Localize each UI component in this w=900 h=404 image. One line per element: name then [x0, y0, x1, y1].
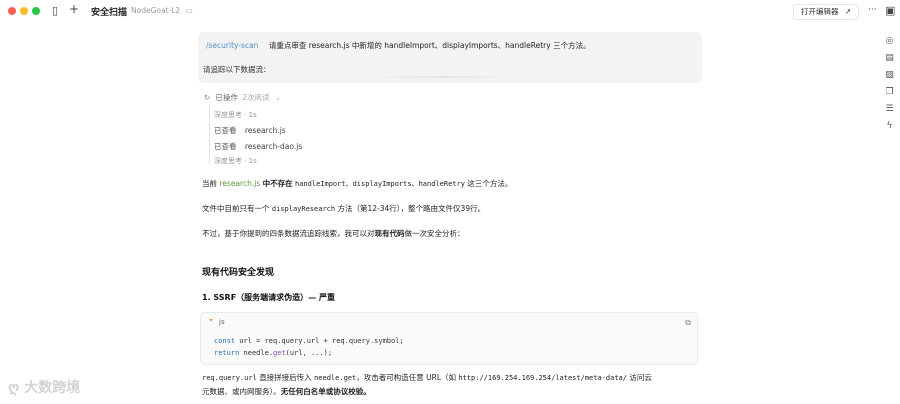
viewed-file-item[interactable]: 已查看 research.js [214, 125, 286, 136]
minimize-window-button[interactable] [20, 7, 28, 15]
project-label: NodeGoat-L2 [131, 6, 181, 15]
chevron-down-icon: ⌄ [274, 94, 281, 102]
response-paragraph-3: 不过，基于你提到的四条数据流追踪线索，我可以对现有代码做一次安全分析： [202, 228, 465, 239]
command-link[interactable]: /security-scan [206, 41, 258, 50]
p5-bold: 无任何白名单或协议校验。 [280, 387, 371, 396]
message-line: /security-scan 请重点审查 research.js 中新增的 ha… [206, 40, 591, 51]
viewed-file-item[interactable]: 已查看 research-dao.js [214, 141, 302, 152]
thought-item[interactable]: 深度思考 · 1s [214, 110, 257, 120]
viewed-file: research.js [244, 126, 286, 135]
p2-prefix: 文件中目前只有一个 [202, 204, 270, 213]
response-paragraph-4: req.query.url 直接拼接后传入 needle.get，攻击者可构造任… [202, 372, 652, 383]
p1-prefix: 当前 [202, 179, 217, 188]
code-line: return needle.get(url, ...); [214, 349, 333, 357]
message-fade [373, 76, 513, 78]
maximize-window-button[interactable] [32, 7, 40, 15]
watermark-icon: ღ [8, 380, 20, 396]
response-paragraph-5: 元数据、或内网服务）。无任何白名单或协议校验。 [202, 386, 371, 397]
project-name: NodeGoat-L2 ▭ [131, 6, 193, 15]
p3-bold: 现有代码 [374, 229, 405, 238]
globe-icon[interactable]: ◎ [884, 36, 895, 47]
viewed-label: 已查看 [214, 126, 237, 135]
watermark-logo: ღ 大数跨境 [8, 377, 80, 397]
p4-code2: needle.get [314, 374, 357, 382]
operations-count: 2次阅读 [242, 93, 270, 102]
message-text: 请重点审查 research.js 中新增的 handleImport、disp… [268, 41, 591, 50]
response-paragraph-1: 当前 research.js 中不存在 handleImport、display… [202, 178, 512, 189]
code-lang-label: js [219, 318, 225, 326]
close-window-button[interactable] [8, 7, 16, 15]
terminal-icon[interactable]: ▤ [884, 53, 895, 64]
window-title: 安全扫描 [91, 8, 128, 18]
p1-suffix: 这三个方法。 [467, 179, 513, 188]
p2-method: displayResearch [271, 205, 336, 213]
code-keyword: const [214, 337, 236, 345]
p3-suffix: 做一次安全分析： [404, 229, 465, 238]
message-text-2: 请追踪以下数据流： [203, 65, 271, 74]
code-line: const url = req.query.url + req.query.sy… [214, 337, 404, 345]
p4-code3: http://169.254.169.254/latest/meta-data/ [458, 374, 627, 382]
refresh-icon: ↻ [204, 93, 211, 102]
p5-text: 元数据、或内网服务）。 [202, 387, 281, 396]
watermark-text: 大数跨境 [24, 380, 81, 396]
open-editor-button[interactable]: 打开编辑器 ↗ [793, 4, 860, 20]
code-quote-icon: ❞ [209, 318, 213, 326]
copy-icon[interactable]: ⧉ [685, 318, 691, 328]
operations-label: 已操作 [215, 93, 238, 102]
open-editor-label: 打开编辑器 [801, 7, 839, 16]
activity-icon[interactable]: ϟ [884, 121, 895, 132]
p3-prefix: 不过，基于你提到的四条数据流追踪线索，我可以对 [202, 229, 375, 238]
p1-notexist: 中不存在 [262, 179, 293, 188]
sidebar-toggle-icon[interactable]: ▯ [52, 5, 58, 16]
p4-text2: ，攻击者可构造任意 URL（如 [356, 373, 456, 382]
viewed-label: 已查看 [214, 142, 237, 151]
p4-text3: 访问云 [629, 373, 652, 382]
finding-heading: 1. SSRF（服务端请求伪造）— 严重 [202, 293, 335, 302]
more-icon[interactable]: ··· [868, 5, 877, 16]
thought-item[interactable]: 深度思考 · 1s [214, 156, 257, 166]
operations-toggle[interactable]: ↻ 已操作 2次阅读 ⌄ [204, 92, 281, 103]
response-paragraph-2: 文件中目前只有一个 displayResearch 方法（第12-34行），整个… [202, 203, 485, 214]
file-link[interactable]: research.js [219, 179, 260, 188]
section-heading: 现有代码安全发现 [202, 268, 275, 278]
copy-pages-icon[interactable]: ❐ [884, 87, 895, 98]
operations-divider [209, 104, 210, 164]
code-function: get [273, 349, 286, 357]
title-bar: ▯ + 安全扫描 NodeGoat-L2 ▭ 打开编辑器 ↗ ··· ▣ [0, 0, 900, 22]
new-tab-icon[interactable]: + [69, 3, 79, 15]
viewed-file: research-dao.js [244, 142, 303, 151]
p4-code1: req.query.url [202, 374, 257, 382]
checklist-icon[interactable]: ☰ [884, 104, 895, 115]
monitor-icon: ▭ [185, 6, 193, 15]
p2-suffix: 方法（第12-34行），整个路由文件仅39行。 [337, 204, 486, 213]
p1-methods: handleImport、displayImports、handleRetry [295, 180, 465, 188]
code-language: ❞ js [209, 318, 225, 326]
image-icon[interactable]: ▨ [884, 70, 895, 81]
code-block: ❞ js ⧉ const url = req.query.url + req.q… [200, 312, 698, 365]
user-message: /security-scan 请重点审查 research.js 中新增的 ha… [198, 32, 702, 83]
external-link-icon: ↗ [844, 7, 852, 16]
code-keyword: return [214, 349, 240, 357]
panel-toggle-icon[interactable]: ▣ [885, 5, 895, 16]
p4-text1: 直接拼接后传入 [259, 373, 312, 382]
